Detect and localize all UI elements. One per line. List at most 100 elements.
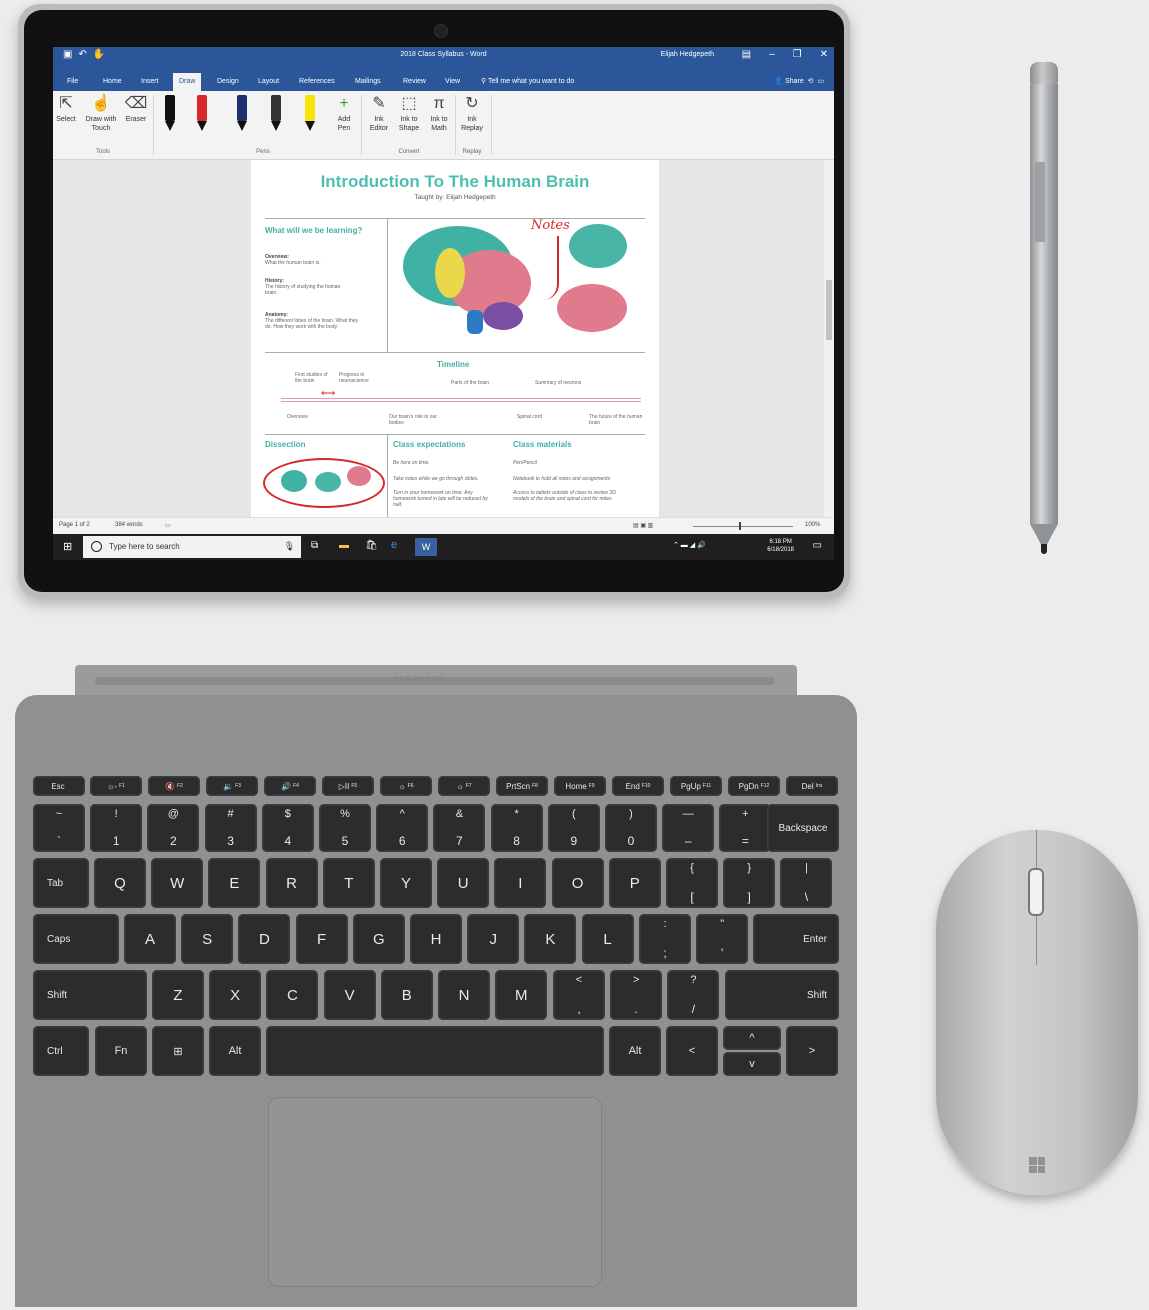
key-number[interactable]: ~ ` (33, 804, 85, 852)
key-fn-row[interactable]: Del Ins (786, 776, 838, 796)
key-letter[interactable]: G (352, 914, 405, 964)
key-letter[interactable]: U (437, 858, 490, 908)
highlighter-yellow[interactable] (301, 95, 319, 135)
key-number[interactable]: $4 (261, 804, 314, 852)
ribbon-display-icon[interactable]: ▤ (742, 49, 751, 60)
close-button[interactable]: ✕ (820, 49, 828, 60)
windows-key[interactable]: ⊞ (152, 1026, 204, 1076)
microphone-icon[interactable]: 🎙 (284, 541, 295, 552)
arrow-down-key[interactable]: v (723, 1052, 781, 1076)
select-button[interactable]: ⇱ Select (55, 95, 77, 124)
system-tray-icons[interactable]: ⌃ ▬ ◢ 🔊 (673, 541, 706, 549)
key-letter[interactable]: A (124, 914, 176, 964)
key-letter[interactable]: D (238, 914, 291, 964)
key-punct[interactable]: <, (553, 970, 605, 1020)
key-letter[interactable]: N (438, 970, 490, 1020)
key-letter[interactable]: Q (94, 858, 146, 908)
key-number[interactable]: ) 0 (605, 804, 657, 852)
key-letter[interactable]: M (495, 970, 548, 1020)
minimize-button[interactable]: – (769, 49, 775, 60)
tab-mailings[interactable]: Mailings (349, 73, 387, 91)
tell-me-search[interactable]: ⚲ Tell me what you want to do (481, 73, 574, 91)
key-letter[interactable]: T (322, 858, 375, 908)
store-icon[interactable]: 🛍 (365, 540, 378, 551)
scroll-thumb[interactable] (826, 280, 832, 340)
key-letter[interactable]: I (494, 858, 547, 908)
ctrl-key[interactable]: Ctrl (33, 1026, 89, 1076)
tab-key[interactable]: Tab (33, 858, 89, 908)
key-fn-row[interactable]: ☼ F6 (380, 776, 432, 796)
key-fn-row[interactable]: 🔉 F3 (206, 776, 258, 796)
arrow-up-key[interactable]: ^ (723, 1026, 781, 1050)
vertical-scrollbar[interactable] (824, 160, 834, 517)
key-fn-row[interactable]: PgDn F12 (728, 776, 780, 796)
key-letter[interactable]: F (295, 914, 348, 964)
key-fn-row[interactable]: Home F9 (554, 776, 606, 796)
word-count[interactable]: 384 words (115, 522, 143, 528)
fn-key[interactable]: Fn (95, 1026, 147, 1076)
word-app-icon[interactable]: W (415, 538, 437, 556)
key-fn-row[interactable]: PgUp F11 (670, 776, 722, 796)
key-letter[interactable]: X (209, 970, 262, 1020)
key-letter[interactable]: S (181, 914, 234, 964)
document-page[interactable]: Introduction To The Human Brain Taught b… (251, 160, 659, 517)
key-number[interactable]: @2 (147, 804, 200, 852)
edge-icon[interactable]: e (391, 539, 397, 551)
key-fn-row[interactable]: ☼ F7 (438, 776, 490, 796)
share-button[interactable]: 👤 Share ⟲ ▭ (774, 73, 824, 91)
left-shift-key[interactable]: Shift (33, 970, 147, 1020)
draw-with-touch-button[interactable]: ☝ Draw with Touch (79, 95, 123, 133)
add-pen-button[interactable]: + Add Pen (331, 95, 357, 133)
clock[interactable]: 6:18 PM 6/18/2018 (767, 538, 794, 554)
user-name[interactable]: Elijah Hedgepeth (661, 51, 714, 58)
tab-review[interactable]: Review (397, 73, 432, 91)
key-letter[interactable]: O (551, 858, 604, 908)
key-punct[interactable]: " ' (696, 914, 749, 964)
key-fn-row[interactable]: ▷II F5 (322, 776, 374, 796)
key-letter[interactable]: W (151, 858, 204, 908)
key-letter[interactable]: L (581, 914, 634, 964)
tab-draw[interactable]: Draw (173, 73, 202, 91)
taskbar-search[interactable]: Type here to search 🎙 (83, 536, 301, 558)
key-fn-row[interactable]: ☼- F1 (90, 776, 142, 796)
pen-navy[interactable] (233, 95, 251, 135)
tab-layout[interactable]: Layout (252, 73, 285, 91)
tab-file[interactable]: File (61, 73, 84, 91)
key-number[interactable]: & 7 (433, 804, 486, 852)
action-center-icon[interactable]: ▭ (813, 540, 822, 551)
key-number[interactable]: % 5 (319, 804, 371, 852)
tab-design[interactable]: Design (211, 73, 245, 91)
touchpad[interactable] (268, 1097, 602, 1287)
key-number[interactable]: #3 (204, 804, 257, 852)
right-alt-key[interactable]: Alt (609, 1026, 661, 1076)
pen-black[interactable] (161, 95, 179, 135)
tab-references[interactable]: References (293, 73, 341, 91)
backspace-key[interactable]: Backspace (767, 804, 839, 852)
caps-key[interactable]: Caps (33, 914, 119, 964)
ink-to-shape-button[interactable]: ⬚ Ink to Shape (395, 95, 423, 133)
key-fn-row[interactable]: Esc (33, 776, 85, 796)
ink-editor-button[interactable]: ✎ Ink Editor (365, 95, 393, 133)
eraser-button[interactable]: ⌫ Eraser (123, 95, 149, 124)
key-punct[interactable]: ? / (667, 970, 720, 1020)
key-letter[interactable]: K (524, 914, 577, 964)
restore-button[interactable]: ❐ (793, 49, 802, 60)
tab-insert[interactable]: Insert (135, 73, 165, 91)
key-number[interactable]: + = (719, 804, 772, 852)
tab-home[interactable]: Home (97, 73, 128, 91)
proofing-icon[interactable]: ▭ (165, 522, 171, 529)
windows-start-icon[interactable]: ⊞ (63, 540, 72, 553)
key-bracket[interactable]: {[ (666, 858, 718, 908)
pen-gray[interactable] (267, 95, 285, 135)
key-letter[interactable]: E (208, 858, 261, 908)
spacebar[interactable] (266, 1026, 604, 1076)
left-alt-key[interactable]: Alt (209, 1026, 261, 1076)
file-explorer-icon[interactable]: ▬ (339, 540, 349, 551)
key-fn-row[interactable]: 🔊 F4 (264, 776, 316, 796)
key-number[interactable]: ^ 6 (376, 804, 429, 852)
enter-key[interactable]: Enter (753, 914, 839, 964)
key-bracket[interactable]: }] (723, 858, 776, 908)
read-mode-icon[interactable]: ▤ ▣ ▥ (633, 522, 653, 529)
key-letter[interactable]: H (410, 914, 462, 964)
zoom-level[interactable]: 100% (805, 522, 820, 528)
